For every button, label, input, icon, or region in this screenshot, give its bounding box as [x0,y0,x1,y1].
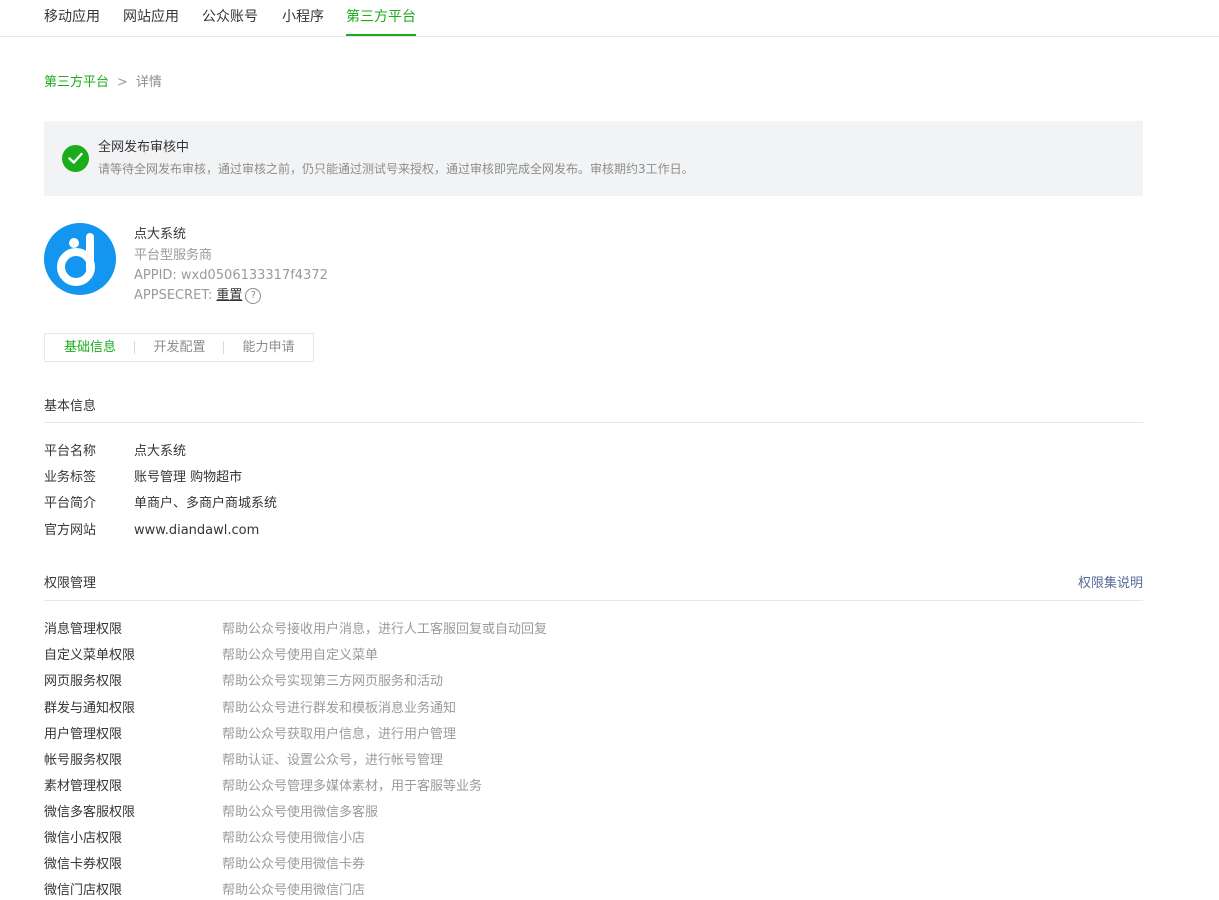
section-divider [44,600,1143,601]
tab-basic-info[interactable]: 基础信息 [45,334,135,361]
review-notice: 全网发布审核中 请等待全网发布审核，通过审核之前，仍只能通过测试号来授权，通过审… [44,121,1143,196]
permission-desc: 帮助公众号使用微信卡券 [222,857,366,872]
permission-name: 消息管理权限 [44,622,123,637]
permission-name: 微信门店权限 [44,883,123,898]
notice-title: 全网发布审核中 [98,140,190,155]
info-value: 账号管理 购物超市 [134,470,243,485]
info-value: www.diandawl.com [134,523,260,538]
tab-website-app[interactable]: 网站应用 [123,0,179,36]
info-value: 单商户、多商户商城系统 [134,496,278,511]
appsecret-reset-link[interactable]: 重置 [216,288,242,303]
permission-desc: 帮助公众号管理多媒体素材，用于客服等业务 [222,779,483,794]
permission-name: 微信卡券权限 [44,857,123,872]
section-divider [44,422,1143,423]
permission-name: 网页服务权限 [44,674,123,689]
account-name: 点大系统 [134,227,187,242]
permission-desc: 帮助公众号使用自定义菜单 [222,648,379,663]
account-type: 平台型服务商 [134,248,213,263]
permission-name: 素材管理权限 [44,779,123,794]
info-key: 平台简介 [44,496,97,511]
tab-capability-apply[interactable]: 能力申请 [224,334,313,361]
permission-name: 微信小店权限 [44,831,123,846]
permission-desc: 帮助公众号获取用户信息，进行用户管理 [222,727,457,742]
permission-desc: 帮助公众号进行群发和模板消息业务通知 [222,701,457,716]
tab-official-account[interactable]: 公众账号 [202,0,258,36]
tab-third-party-platform[interactable]: 第三方平台 [346,0,416,36]
tab-mini-program[interactable]: 小程序 [282,0,324,36]
info-value: 点大系统 [134,444,187,459]
permission-desc: 帮助公众号使用微信多客服 [222,805,379,820]
permission-name: 群发与通知权限 [44,701,136,716]
platform-logo [44,223,116,295]
info-key: 业务标签 [44,470,97,485]
account-appsecret: APPSECRET: 重置? [134,287,262,305]
help-icon[interactable]: ? [245,287,262,304]
permission-name: 自定义菜单权限 [44,648,136,663]
breadcrumb: 第三方平台 > 详情 [44,74,162,92]
account-appid: APPID: wxd0506133317f4372 [134,268,328,283]
permission-name: 用户管理权限 [44,727,123,742]
top-nav: 移动应用 网站应用 公众账号 小程序 第三方平台 [0,0,1219,37]
permission-name: 微信多客服权限 [44,805,136,820]
info-key: 官方网站 [44,523,97,538]
permission-desc: 帮助公众号接收用户消息，进行人工客服回复或自动回复 [222,622,548,637]
permission-set-help-link[interactable]: 权限集说明 [1078,575,1143,593]
notice-description: 请等待全网发布审核，通过审核之前，仍只能通过测试号来授权，通过审核即完成全网发布… [98,162,694,176]
permissions-title: 权限管理 [44,576,97,591]
permission-desc: 帮助认证、设置公众号，进行帐号管理 [222,753,444,768]
info-key: 平台名称 [44,444,97,459]
tab-dev-config[interactable]: 开发配置 [135,334,224,361]
permission-desc: 帮助公众号使用微信小店 [222,831,366,846]
check-circle-icon [62,145,89,172]
breadcrumb-separator-icon: > [117,75,128,90]
appsecret-label: APPSECRET: [134,288,213,303]
breadcrumb-parent-link[interactable]: 第三方平台 [44,75,109,90]
breadcrumb-current: 详情 [135,75,162,90]
permission-desc: 帮助公众号使用微信门店 [222,883,366,898]
permission-desc: 帮助公众号实现第三方网页服务和活动 [222,674,444,689]
tab-mobile-app[interactable]: 移动应用 [44,0,100,36]
basic-info-title: 基本信息 [44,399,97,414]
permission-name: 帐号服务权限 [44,753,123,768]
detail-tabs: 基础信息 开发配置 能力申请 [44,333,314,362]
